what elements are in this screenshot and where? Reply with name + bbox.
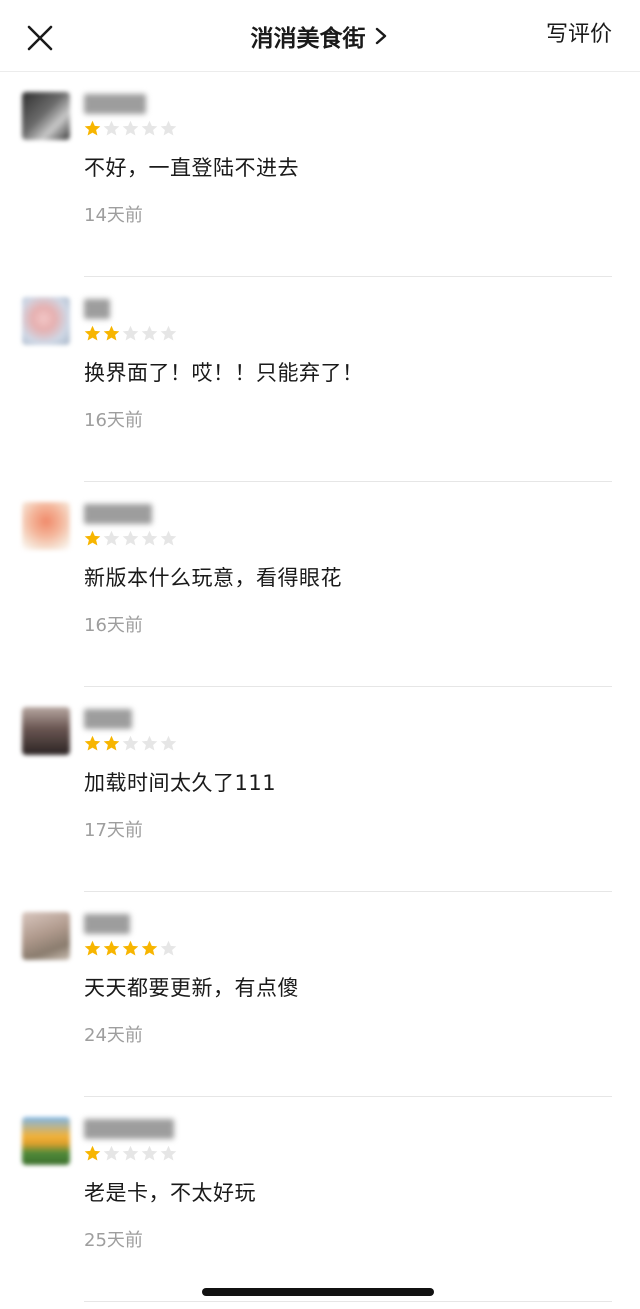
star-empty-icon xyxy=(141,325,158,341)
star-rating xyxy=(84,325,177,342)
star-empty-icon xyxy=(141,120,158,136)
star-filled-icon xyxy=(84,735,101,751)
divider xyxy=(84,1301,612,1302)
avatar xyxy=(22,912,70,960)
app-title-link[interactable]: 消消美食街 xyxy=(251,19,390,53)
username xyxy=(84,914,130,934)
star-empty-icon xyxy=(122,120,139,136)
star-rating xyxy=(84,530,177,547)
star-rating xyxy=(84,735,177,752)
review-text: 老是卡，不太好玩 xyxy=(84,1181,256,1205)
page-title-bar: 消消美食街 xyxy=(0,18,640,54)
review-item: 老是卡，不太好玩 25天前 xyxy=(0,1097,640,1302)
star-empty-icon xyxy=(160,120,177,136)
avatar xyxy=(22,502,70,550)
review-item: 不好，一直登陆不进去 14天前 xyxy=(0,72,640,277)
home-indicator[interactable] xyxy=(202,1288,434,1296)
star-filled-icon xyxy=(122,940,139,956)
chevron-right-icon xyxy=(374,26,390,46)
star-filled-icon xyxy=(84,940,101,956)
star-filled-icon xyxy=(84,120,101,136)
star-empty-icon xyxy=(103,120,120,136)
star-filled-icon xyxy=(84,1145,101,1161)
star-filled-icon xyxy=(84,325,101,341)
username xyxy=(84,709,132,729)
star-empty-icon xyxy=(160,735,177,751)
star-empty-icon xyxy=(141,1145,158,1161)
review-time: 25天前 xyxy=(84,1230,143,1251)
star-rating xyxy=(84,1145,177,1162)
star-empty-icon xyxy=(160,1145,177,1161)
star-filled-icon xyxy=(103,940,120,956)
review-time: 16天前 xyxy=(84,410,143,431)
review-text: 加载时间太久了111 xyxy=(84,771,277,795)
review-time: 17天前 xyxy=(84,820,143,841)
review-item: 新版本什么玩意，看得眼花 16天前 xyxy=(0,482,640,687)
star-rating xyxy=(84,120,177,137)
star-filled-icon xyxy=(84,530,101,546)
review-time: 24天前 xyxy=(84,1025,143,1046)
username xyxy=(84,504,152,524)
star-empty-icon xyxy=(103,530,120,546)
avatar xyxy=(22,92,70,140)
star-empty-icon xyxy=(160,325,177,341)
review-text: 不好，一直登陆不进去 xyxy=(84,156,299,180)
star-filled-icon xyxy=(103,735,120,751)
review-item: 天天都要更新，有点傻 24天前 xyxy=(0,892,640,1097)
review-text: 天天都要更新，有点傻 xyxy=(84,976,299,1000)
star-rating xyxy=(84,940,177,957)
star-empty-icon xyxy=(141,530,158,546)
star-empty-icon xyxy=(122,530,139,546)
star-empty-icon xyxy=(122,1145,139,1161)
star-empty-icon xyxy=(160,530,177,546)
avatar xyxy=(22,1117,70,1165)
review-item: 换界面了！哎！！只能弃了！ 16天前 xyxy=(0,277,640,482)
write-review-button[interactable]: 写评价 xyxy=(546,16,612,48)
review-item: 加载时间太久了111 17天前 xyxy=(0,687,640,892)
star-filled-icon xyxy=(141,940,158,956)
username xyxy=(84,1119,174,1139)
review-time: 16天前 xyxy=(84,615,143,636)
username xyxy=(84,94,146,114)
star-empty-icon xyxy=(141,735,158,751)
review-text: 新版本什么玩意，看得眼花 xyxy=(84,566,342,590)
star-filled-icon xyxy=(103,325,120,341)
review-time: 14天前 xyxy=(84,205,143,226)
top-bar: 消消美食街 写评价 xyxy=(0,0,640,72)
page-title: 消消美食街 xyxy=(250,26,366,52)
review-text: 换界面了！哎！！只能弃了！ xyxy=(84,361,364,385)
star-empty-icon xyxy=(160,940,177,956)
avatar xyxy=(22,297,70,345)
star-empty-icon xyxy=(122,735,139,751)
avatar xyxy=(22,707,70,755)
star-empty-icon xyxy=(103,1145,120,1161)
review-list: 不好，一直登陆不进去 14天前 换界面了！哎！！只能弃了！ 16天前 新版本什么… xyxy=(0,72,640,1302)
star-empty-icon xyxy=(122,325,139,341)
username xyxy=(84,299,110,319)
